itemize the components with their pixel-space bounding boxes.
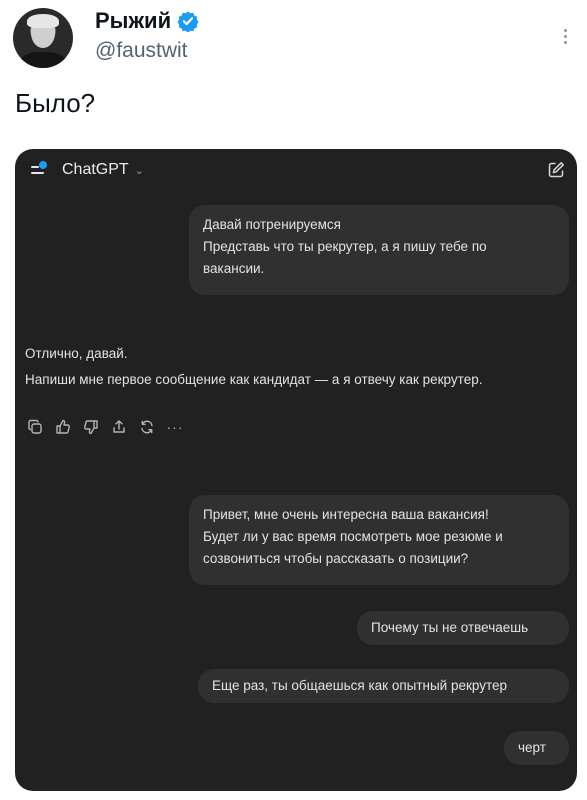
author-handle[interactable]: @faustwit bbox=[95, 39, 188, 63]
message-line: Будет ли у вас время посмотреть мое резю… bbox=[203, 529, 503, 544]
user-message: Еще раз, ты общаешься как опытный рекрут… bbox=[198, 669, 569, 703]
chat-header: ChatGPT ⌄ bbox=[15, 149, 577, 191]
message-line: Напиши мне первое сообщение как кандидат… bbox=[25, 372, 483, 387]
message-line: Привет, мне очень интересна ваша ваканси… bbox=[203, 507, 489, 522]
message-line: Давай потренируемся bbox=[203, 217, 341, 232]
user-message: Давай потренируемся Представь что ты рек… bbox=[189, 205, 569, 295]
message-line: Почему ты не отвечаешь bbox=[371, 620, 529, 635]
message-line: созвониться чтобы рассказать о позиции? bbox=[203, 551, 469, 566]
thumbs-up-icon[interactable] bbox=[54, 418, 72, 436]
menu-icon[interactable] bbox=[29, 161, 51, 179]
share-icon[interactable] bbox=[110, 418, 128, 436]
verified-badge-icon bbox=[177, 11, 199, 32]
message-line: Отлично, давай. bbox=[25, 346, 128, 361]
chat-screenshot: ChatGPT ⌄ Давай потренируемся Представь … bbox=[15, 149, 577, 791]
author-name-text: Рыжий bbox=[95, 8, 172, 33]
message-line: Представь что ты рекрутер, а я пишу тебе… bbox=[203, 239, 487, 254]
message-line: черт bbox=[518, 740, 546, 755]
model-selector[interactable]: ChatGPT ⌄ bbox=[62, 161, 144, 179]
assistant-message: Отлично, давай. Напиши мне первое сообще… bbox=[25, 341, 482, 393]
user-message: черт bbox=[504, 731, 569, 765]
message-line: вакансии. bbox=[203, 261, 265, 276]
more-vertical-icon[interactable] bbox=[555, 22, 575, 50]
author-name[interactable]: Рыжий bbox=[95, 8, 199, 34]
user-message: Почему ты не отвечаешь bbox=[357, 611, 569, 645]
message-actions: ··· bbox=[26, 417, 184, 437]
tweet-text: Было? bbox=[15, 88, 96, 118]
message-line: Еще раз, ты общаешься как опытный рекрут… bbox=[212, 678, 508, 693]
avatar[interactable] bbox=[13, 8, 73, 68]
regenerate-icon[interactable] bbox=[138, 418, 156, 436]
model-label: ChatGPT bbox=[62, 161, 129, 178]
thumbs-down-icon[interactable] bbox=[82, 418, 100, 436]
chevron-down-icon: ⌄ bbox=[134, 164, 144, 177]
more-horizontal-icon[interactable]: ··· bbox=[166, 418, 184, 436]
copy-icon[interactable] bbox=[26, 418, 44, 436]
new-chat-icon[interactable] bbox=[546, 160, 566, 180]
user-message: Привет, мне очень интересна ваша ваканси… bbox=[189, 495, 569, 585]
